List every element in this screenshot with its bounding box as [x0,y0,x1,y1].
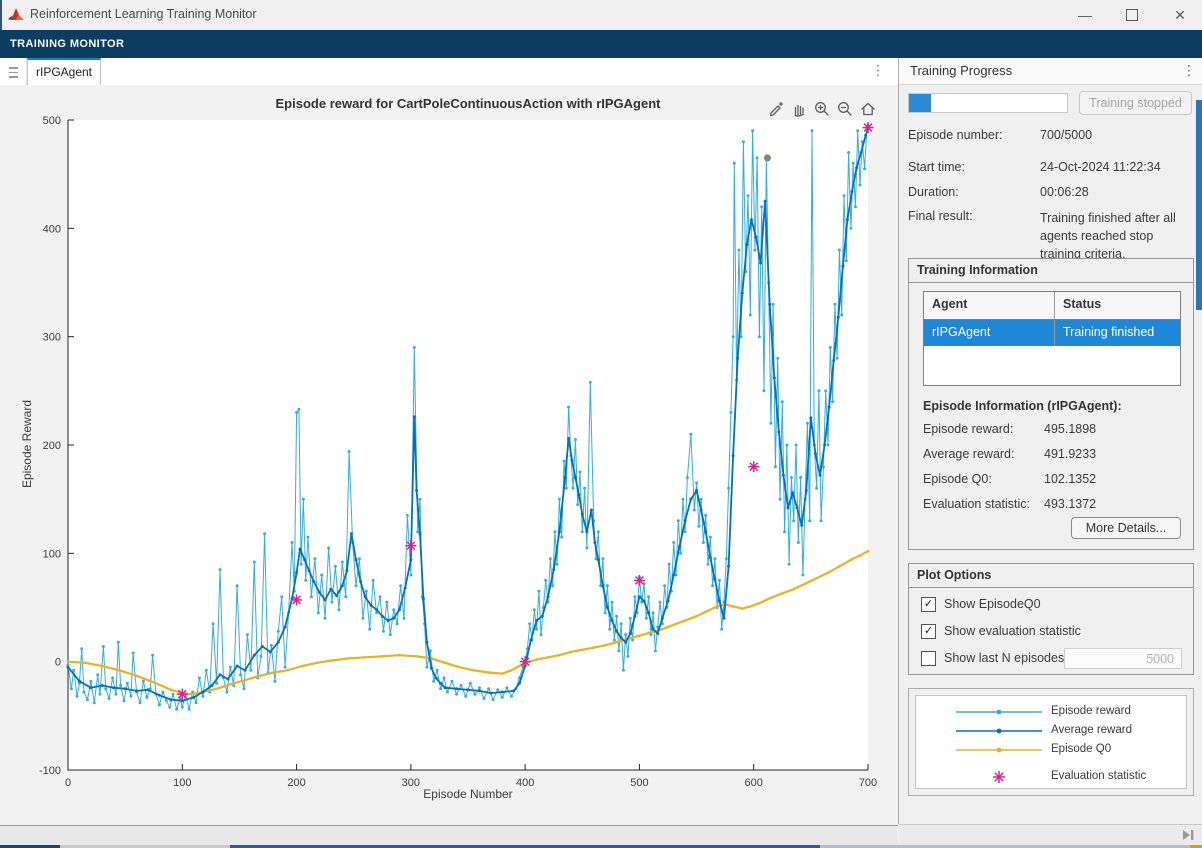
last-n-episodes-input[interactable] [1064,648,1182,669]
svg-text:0: 0 [55,657,61,669]
duration-label: Duration: [908,185,959,199]
evaluation-statistic-label: Evaluation statistic: [923,497,1030,511]
progress-fill [909,94,931,112]
episode-q0-value: 102.1352 [1044,472,1096,486]
figure-panel: Episode reward for CartPoleContinuousAct… [0,85,898,825]
agents-table: Agent Status rIPGAgent Training finished [923,291,1181,386]
tab-grip-icon[interactable] [0,58,27,85]
x-axis-label: Episode Number [68,787,868,801]
table-header-row: Agent Status [924,292,1180,320]
figure-bottom-strip [0,825,898,846]
training-progress-panel: Training Progress ⋮ Training stopped Epi… [898,58,1202,824]
reward-plot[interactable]: 0100200300400500600700-10001002003004005… [0,85,898,825]
legend-item-episode-reward: Episode reward [916,704,1186,720]
checkbox-icon[interactable] [921,651,936,666]
svg-text:-100: -100 [39,765,61,777]
svg-text:100: 100 [43,548,61,560]
panel-header: Training Progress ⋮ [899,58,1202,85]
legend-item-evaluation-statistic: Evaluation statistic [916,769,1186,785]
training-information-group: Training Information Agent Status rIPGAg… [908,258,1194,550]
plot-options-title: Plot Options [909,564,1193,588]
episode-reward-line-swatch [954,704,1044,725]
document-tabstrip: rIPGAgent ⋮ [0,58,898,86]
col-header-agent: Agent [924,292,1054,319]
show-episodeq0-checkbox-row[interactable]: ✓ Show EpisodeQ0 [921,596,1041,612]
more-details-button[interactable]: More Details... [1071,517,1181,539]
close-button[interactable]: ✕ [1163,4,1197,26]
show-evaluation-statistic-checkbox-row[interactable]: ✓ Show evaluation statistic [921,623,1081,639]
final-result-label: Final result: [908,209,973,223]
training-progress-bar [908,93,1068,113]
checkbox-label: Show last N episodes [944,651,1064,665]
svg-text:300: 300 [43,332,61,344]
average-reward-line-swatch [954,723,1044,744]
episode-information-title: Episode Information (rIPGAgent): [923,399,1122,413]
svg-text:200: 200 [43,440,61,452]
episode-q0-label: Episode Q0: [923,472,992,486]
show-last-n-episodes-checkbox-row[interactable]: Show last N episodes [921,650,1064,666]
legend-box: Episode reward Average reward Episode Q0… [908,688,1194,796]
toolstrip-tab-training-monitor[interactable]: TRAINING MONITOR [10,38,124,50]
titlebar: Reinforcement Learning Training Monitor … [0,0,1202,30]
checkbox-label: Show evaluation statistic [944,624,1081,638]
start-time-value: 24-Oct-2024 11:22:34 [1040,160,1161,174]
checkbox-icon[interactable]: ✓ [921,597,936,612]
average-reward-value: 491.9233 [1044,447,1096,461]
tab-rlpgagent[interactable]: rIPGAgent [27,58,101,85]
col-header-status: Status [1054,292,1180,319]
evaluation-statistic-value: 493.1372 [1044,497,1096,511]
svg-text:500: 500 [43,115,61,127]
panel-title: Training Progress [910,63,1012,78]
episode-number-value: 700/5000 [1040,128,1092,142]
episode-reward-label: Episode reward: [923,422,1013,436]
tabstrip-menu-icon[interactable]: ⋮ [868,62,888,79]
panel-bottom-strip [899,824,1202,845]
matlab-logo-icon [8,7,24,23]
minimize-button[interactable]: — [1068,4,1102,26]
start-time-label: Start time: [908,160,965,174]
training-information-title: Training Information [909,259,1193,283]
final-result-value: Training finished after all agents reach… [1040,209,1194,263]
average-reward-label: Average reward: [923,447,1015,461]
plot-options-group: Plot Options ✓ Show EpisodeQ0 ✓ Show eva… [908,563,1194,675]
duration-value: 00:06:28 [1040,185,1089,199]
table-row[interactable]: rIPGAgent Training finished [924,320,1180,346]
status-cell: Training finished [1054,320,1180,346]
panel-menu-icon[interactable]: ⋮ [1181,62,1197,79]
evaluation-statistic-asterisk-swatch [954,769,1044,790]
legend-item-average-reward: Average reward [916,723,1186,739]
skip-to-end-icon[interactable] [1181,829,1195,841]
episode-q0-line-swatch [954,742,1044,763]
training-stopped-button[interactable]: Training stopped [1079,91,1192,115]
maximize-button[interactable] [1115,4,1149,26]
checkbox-label: Show EpisodeQ0 [944,597,1041,611]
right-edge-scroll-indicator[interactable] [1196,100,1202,310]
svg-text:400: 400 [43,223,61,235]
checkbox-icon[interactable]: ✓ [921,624,936,639]
y-axis-label: Episode Reward [20,119,34,769]
toolstrip: TRAINING MONITOR [0,30,1202,58]
episode-reward-value: 495.1898 [1044,422,1096,436]
legend-item-episode-q0: Episode Q0 [916,742,1186,758]
window-title: Reinforcement Learning Training Monitor [30,7,257,21]
episode-number-label: Episode number: [908,128,1003,142]
legend: Episode reward Average reward Episode Q0… [915,695,1187,789]
agent-cell: rIPGAgent [924,320,1054,346]
